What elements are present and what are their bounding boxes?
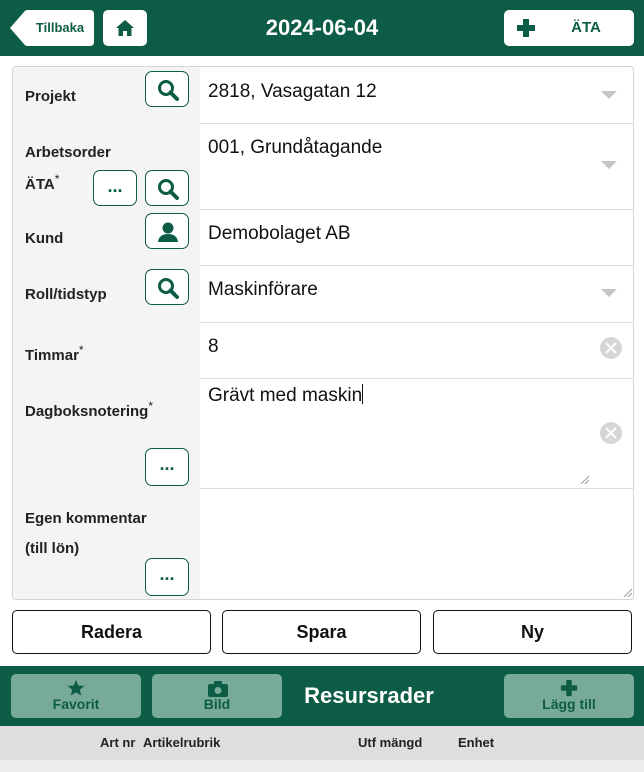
projekt-label: Projekt [25,88,76,105]
kommentar-textarea[interactable] [208,494,628,590]
clear-icon[interactable] [600,422,622,444]
star-icon [67,679,85,696]
search-icon [158,278,179,299]
add-ata-label: ÄTA [571,19,601,36]
plus-icon [560,679,578,697]
column-header-utf-mangd: Utf mängd [358,735,423,750]
resources-title: Resursrader [304,683,434,708]
person-icon [158,222,178,242]
image-label: Bild [203,696,231,712]
dagbok-label: Dagboksnotering* [25,399,154,420]
favorite-label: Favorit [52,696,100,712]
roll-label: Roll/tidstyp [25,286,107,303]
page-title-date: 2024-06-04 [265,15,379,40]
kund-value: Demobolaget AB [208,223,351,244]
resources-table-body [0,760,644,772]
timmar-label: Timmar* [25,343,84,364]
top-bar: Tillbaka 2024-06-04 ÄTA [0,0,644,56]
column-header-artikelrubrik: Artikelrubrik [143,735,221,750]
column-header-enhet: Enhet [458,735,495,750]
column-header-art-nr: Art nr [100,735,136,750]
ata-more-button[interactable]: ... [93,170,137,206]
dropdown-caret-icon[interactable] [601,289,617,297]
plus-icon [517,19,535,37]
favorite-button[interactable]: Favorit [11,674,141,718]
projekt-search-button[interactable] [145,71,189,107]
roll-select[interactable]: Maskinförare [208,279,318,301]
projekt-row: Projekt 2818, Vasagatan 12 [13,67,633,124]
dagbok-more-button[interactable]: ... [145,448,189,486]
roll-search-button[interactable] [145,269,189,305]
kommentar-label: Egen kommentar [25,510,147,527]
dropdown-caret-icon[interactable] [601,91,617,99]
dagbok-textarea[interactable]: Grävt med maskin [208,384,364,407]
ata-label: ÄTA* [25,172,60,193]
kommentar-sublabel: (till lön) [25,540,80,557]
delete-button[interactable]: Radera [12,610,211,654]
dagbok-row: Dagboksnotering* ... Grävt med maskin [13,378,633,489]
new-button[interactable]: Ny [433,610,632,654]
resources-table-header: Art nr Artikelrubrik Utf mängd Enhet [0,726,644,760]
kund-row: Kund Demobolaget AB [13,209,633,266]
time-report-form: Projekt 2818, Vasagatan 12 Arbetsorder Ä… [12,66,634,600]
search-icon [158,80,179,101]
camera-icon [208,681,228,697]
timmar-row: Timmar* 8 [13,322,633,379]
home-button[interactable] [103,10,147,46]
dropdown-caret-icon[interactable] [601,161,617,169]
save-button[interactable]: Spara [222,610,421,654]
kund-button[interactable] [145,213,189,249]
home-icon [116,20,134,36]
projekt-select[interactable]: 2818, Vasagatan 12 [208,81,377,103]
add-resource-button[interactable]: Lägg till [504,674,634,718]
search-icon [158,179,179,200]
arbetsorder-label: Arbetsorder [25,144,111,161]
timmar-input[interactable]: 8 [208,336,219,358]
arbetsorder-select[interactable]: 001, Grundåtagande [208,137,382,159]
roll-row: Roll/tidstyp Maskinförare [13,265,633,323]
arbetsorder-row: Arbetsorder ÄTA* ... 001, Grundåtagande [13,123,633,210]
resize-grip-icon[interactable] [579,474,589,484]
kommentar-more-button[interactable]: ... [145,558,189,596]
add-ata-button[interactable]: ÄTA [504,10,634,46]
add-resource-label: Lägg till [542,696,596,712]
image-button[interactable]: Bild [152,674,282,718]
arbetsorder-search-button[interactable] [145,170,189,206]
kund-label: Kund [25,230,64,247]
back-button[interactable]: Tillbaka [10,10,94,46]
back-button-label: Tillbaka [35,20,85,35]
text-cursor [362,384,364,404]
clear-icon[interactable] [600,337,622,359]
resize-grip-icon[interactable] [622,587,632,597]
resource-bar: Favorit Bild Resursrader Lägg till [0,666,644,726]
kommentar-row: Egen kommentar (till lön) ... [13,488,633,599]
